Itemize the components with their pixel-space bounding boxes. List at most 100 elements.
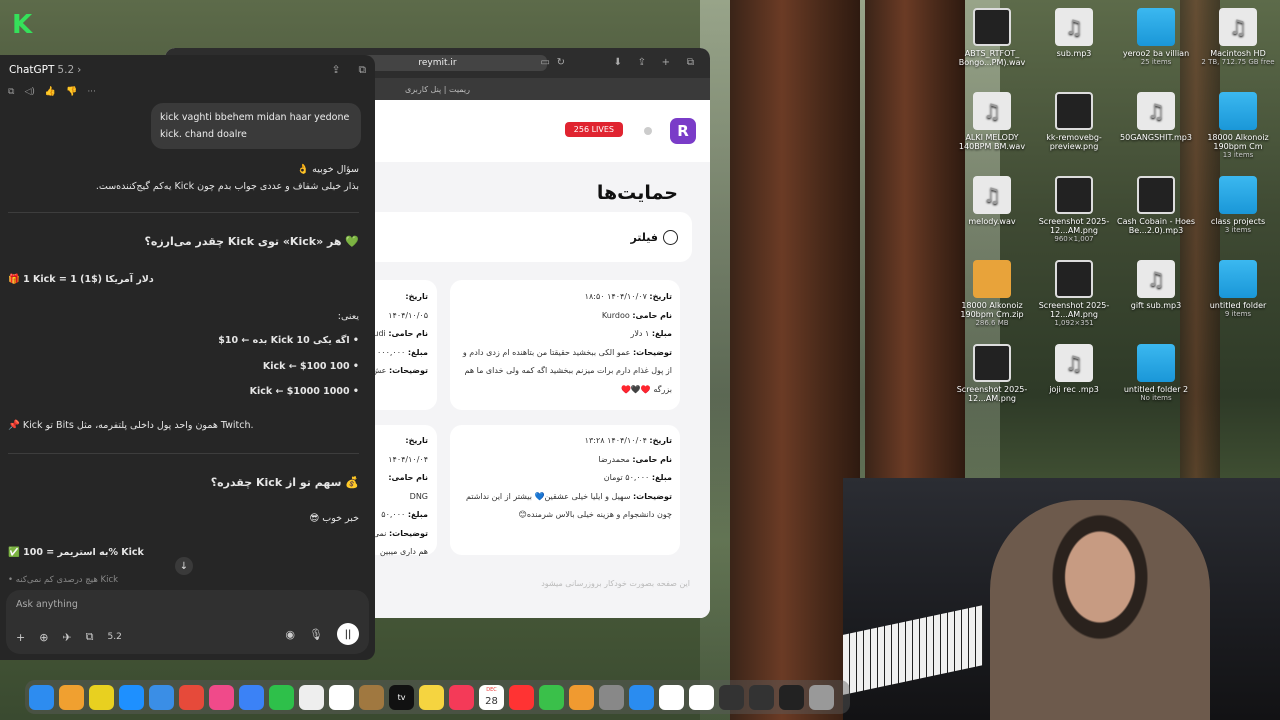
new-tab-icon[interactable]: + — [662, 57, 670, 68]
desktop-icon-file[interactable]: melody.wav — [950, 176, 1034, 226]
app-title[interactable]: ChatGPT — [9, 64, 54, 76]
desktop-icon-folder[interactable]: untitled folder 2 No items — [1114, 344, 1198, 403]
model-version[interactable]: 5.2 — [57, 64, 74, 76]
desktop-icon-label: joji rec .mp3 — [1049, 385, 1099, 394]
mail-icon[interactable] — [239, 684, 264, 710]
reader-icon[interactable]: ▭ — [541, 57, 550, 68]
site-logo[interactable]: R — [670, 118, 696, 144]
chat-composer[interactable]: Ask anything + ⊕ ✈ ⧉ 5.2 ◉ 🎙 || — [6, 590, 369, 654]
thumbs-down-icon[interactable]: 👎 — [66, 87, 77, 97]
scroll-down-button[interactable]: ↓ — [175, 557, 193, 575]
new-chat-icon[interactable]: ⧉ — [359, 64, 367, 77]
desktop-icon-sublabel: 3 items — [1224, 226, 1252, 234]
appstore-icon[interactable] — [629, 684, 654, 710]
desktop-icon-label: untitled folder — [1209, 301, 1267, 310]
preview-icon[interactable] — [149, 684, 174, 710]
chevron-right-icon[interactable]: › — [77, 64, 81, 76]
notion-calendar-icon[interactable] — [689, 684, 714, 710]
chrome-icon[interactable] — [179, 684, 204, 710]
launchpad-icon[interactable] — [59, 684, 84, 710]
globe-icon[interactable]: ⊕ — [39, 631, 48, 644]
desktop-icon-shot[interactable]: Screenshot 2025-12...AM.png — [950, 344, 1034, 403]
facetime-icon[interactable] — [269, 684, 294, 710]
desktop-icon-folder[interactable]: yeroo2 ba villian 25 items — [1114, 8, 1198, 67]
desktop-icon-drive[interactable]: Macintosh HD2 TB, 712.75 GB free — [1196, 8, 1280, 67]
desktop-icon-thumb[interactable]: kk-removebg-preview.png — [1032, 92, 1116, 151]
lives-badge[interactable]: 256 LIVES — [564, 122, 623, 137]
desktop-icon-label: Cash Cobain - Hoes Be...2.0).mp3 — [1117, 217, 1195, 235]
notes-icon[interactable] — [419, 684, 444, 710]
settings-icon[interactable] — [599, 684, 624, 710]
desktop-icon-file[interactable]: gift sub.mp3 — [1114, 260, 1198, 310]
desktop-icon-shot[interactable]: Screenshot 2025-12...AM.png 1,092×351 — [1032, 260, 1116, 328]
freeform-icon[interactable] — [329, 684, 354, 710]
kick-app-icon[interactable]: K — [12, 12, 38, 38]
desktop-icon-label: untitled folder 2 — [1123, 385, 1189, 394]
filter-button[interactable]: فیلتر — [630, 230, 678, 245]
thumbs-up-icon[interactable]: 👍 — [45, 87, 56, 97]
share-icon[interactable]: ⇪ — [332, 64, 341, 77]
desktop-icon-label: ABTS_RTFOT_ Bongo...PM).wav — [958, 49, 1026, 67]
desktop-icon-label: ALKI MELODY 140BPM BM.wav — [958, 133, 1026, 151]
voice-mode-button[interactable]: || — [337, 623, 359, 645]
desktop-icon-folder[interactable]: untitled folder 9 items — [1196, 260, 1280, 319]
share-icon[interactable]: ⇪ — [638, 57, 646, 68]
photos-icon[interactable] — [209, 684, 234, 710]
desktop-icon-zip[interactable]: 18000 Alkonoiz 190bpm Cm.zip 286.6 MB — [950, 260, 1034, 328]
desktop-icon-folder[interactable]: 18000 Alkonoiz 190bpm Cm 13 items — [1196, 92, 1280, 160]
finder-icon[interactable] — [29, 684, 54, 710]
download-icon[interactable]: ⬇ — [614, 57, 622, 68]
desktop-icon-sublabel: No items — [1140, 394, 1172, 402]
copy-icon[interactable]: ⧉ — [8, 87, 14, 97]
shot-icon — [1055, 176, 1093, 214]
desktop-icon-thumb[interactable]: ABTS_RTFOT_ Bongo...PM).wav — [950, 8, 1034, 67]
reload-icon[interactable]: ↻ — [557, 57, 565, 68]
mainstage-icon[interactable] — [749, 684, 774, 710]
desktop-icon-label: Screenshot 2025-12...AM.png — [956, 385, 1028, 403]
chatgpt-window: ChatGPT 5.2 › ⇪ ⧉ ⧉ ◁) 👍 👎 ··· kick vagh… — [0, 55, 375, 660]
safari-icon[interactable] — [119, 684, 144, 710]
logic-icon[interactable] — [719, 684, 744, 710]
canvas-icon[interactable]: ⧉ — [86, 630, 94, 644]
desktop-icon-shot[interactable]: Screenshot 2025-12...AM.png 960×1,007 — [1032, 176, 1116, 244]
reminders-icon[interactable] — [299, 684, 324, 710]
notion-icon[interactable] — [659, 684, 684, 710]
model-selector[interactable]: 5.2 — [108, 632, 122, 642]
calendar-icon[interactable]: DEC 28 — [479, 684, 504, 710]
assistant-line: 📌 Kick تو Bits همون واحد پول داخلی پلتفر… — [8, 420, 254, 431]
numbers-icon[interactable] — [539, 684, 564, 710]
plus-icon[interactable]: + — [16, 631, 25, 644]
prompt-input[interactable]: Ask anything — [16, 599, 78, 610]
file-icon — [1055, 8, 1093, 46]
archive-icon[interactable] — [359, 684, 384, 710]
read-aloud-icon[interactable]: ◁) — [24, 87, 34, 97]
desktop-icon-label: Macintosh HD — [1210, 49, 1266, 58]
more-icon[interactable]: ··· — [87, 87, 96, 97]
appletv-icon[interactable]: tv — [389, 684, 414, 710]
desktop-icon-thumb[interactable]: Cash Cobain - Hoes Be...2.0).mp3 — [1114, 176, 1198, 235]
tools-icon[interactable]: ✈ — [62, 631, 71, 644]
zip-icon — [973, 260, 1011, 298]
tab-overview-icon[interactable]: ⧉ — [687, 57, 694, 68]
news-icon[interactable] — [509, 684, 534, 710]
unity-icon[interactable] — [779, 684, 804, 710]
assistant-line: • Kick ← $1000 1000 — [249, 386, 359, 397]
desktop-icon-file[interactable]: ALKI MELODY 140BPM BM.wav — [950, 92, 1034, 151]
desktop-icon-label: 18000 Alkonoiz 190bpm Cm.zip — [960, 301, 1024, 319]
scripts-icon[interactable] — [89, 684, 114, 710]
pages-icon[interactable] — [569, 684, 594, 710]
assistant-line: یعنی: — [337, 311, 359, 322]
microphone-icon[interactable]: 🎙 — [309, 628, 323, 641]
file-icon — [973, 176, 1011, 214]
desktop-icon-file[interactable]: 50GANGSHIT.mp3 — [1114, 92, 1198, 142]
music-icon[interactable] — [449, 684, 474, 710]
desktop-icon-file[interactable]: joji rec .mp3 — [1032, 344, 1116, 394]
desktop-icon-file[interactable]: sub.mp3 — [1032, 8, 1116, 58]
desktop-icon-folder[interactable]: class projects 3 items — [1196, 176, 1280, 235]
obs-icon[interactable] — [809, 684, 834, 710]
donation-entry-2: تاریخ: ۱۴۰۴/۱۰/۰۴ ۱۳:۲۸ نام حامی: محمدرض… — [465, 436, 672, 519]
desktop-icon-sublabel: 286.6 MB — [975, 319, 1009, 327]
assistant-line: • اگه یکی 10 Kick بده ← 10$ — [218, 335, 359, 346]
record-icon[interactable]: ◉ — [285, 628, 295, 641]
file-icon — [1055, 344, 1093, 382]
